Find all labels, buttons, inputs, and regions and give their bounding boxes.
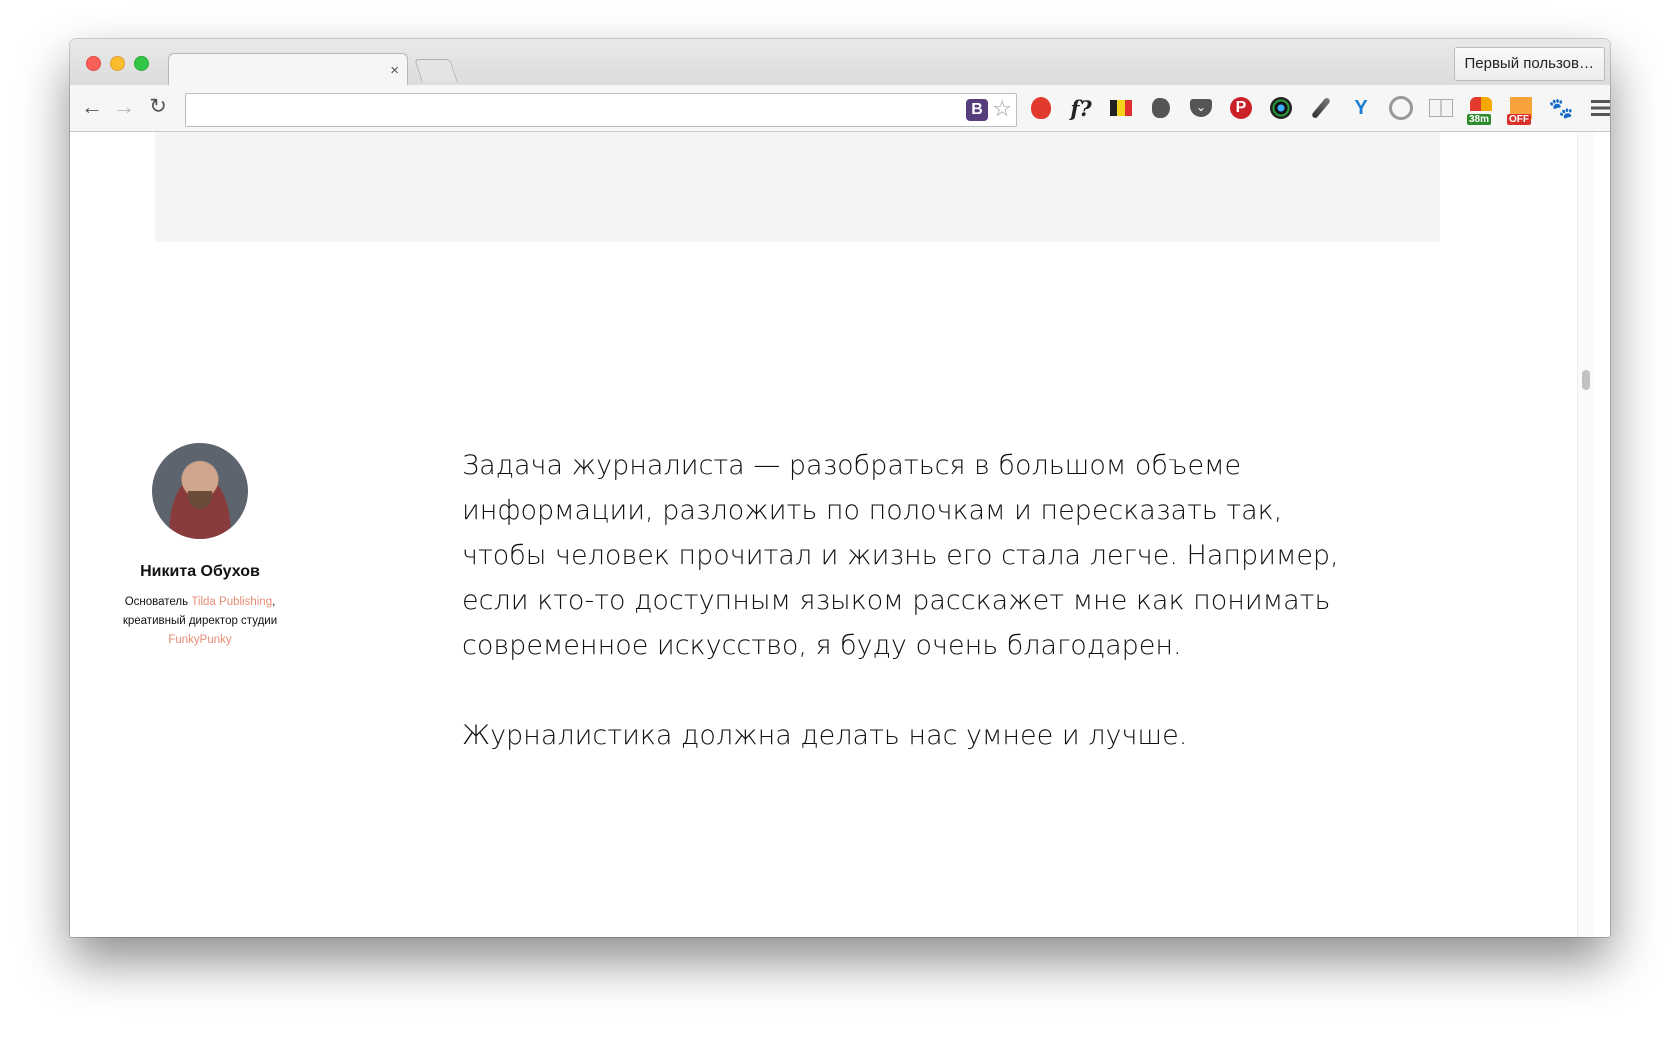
page-viewport: Никита Обухов Основатель Tilda Publishin… [70,132,1594,937]
close-window-button[interactable] [86,56,101,71]
menu-icon[interactable] [1587,94,1610,122]
close-icon[interactable]: × [390,62,399,79]
extensions-bar: f? ⌄ P Y 38m OFF 🐾 [1027,93,1610,125]
maximize-window-button[interactable] [134,56,149,71]
y-icon[interactable]: Y [1347,94,1375,122]
timer-icon[interactable]: 38m [1467,94,1495,125]
bookmark-star-icon[interactable]: ☆ [992,96,1012,122]
forward-button[interactable]: → [110,95,138,119]
scrollbar-thumb[interactable] [1582,370,1590,390]
eyedropper-icon[interactable] [1307,94,1335,122]
reader-icon[interactable] [1427,94,1455,122]
adblock-icon[interactable] [1027,94,1055,122]
whatfont-icon[interactable]: f? [1067,94,1095,122]
tilda-link[interactable]: Tilda Publishing [191,596,272,608]
title-bar: × Первый пользов… [70,39,1610,87]
reload-button[interactable]: ↻ [144,95,172,119]
author-name: Никита Обухов [140,563,260,580]
belgium-flag-icon[interactable] [1107,94,1135,122]
active-tab[interactable]: × [168,53,408,87]
profile-button[interactable]: Первый пользов… [1453,47,1605,81]
evernote-icon[interactable] [1147,94,1175,122]
author-bio: Основатель Tilda Publishing, креативный … [120,593,280,650]
article-body: Задача журналиста — разобраться в большо… [462,443,1362,803]
address-bar[interactable]: B ☆ [185,93,1017,127]
avatar [152,443,248,539]
paragraph: Журналистика должна делать нас умнее и л… [462,720,1188,751]
pinterest-icon[interactable]: P [1227,94,1255,122]
minimize-window-button[interactable] [110,56,125,71]
author-card: Никита Обухов Основатель Tilda Publishin… [120,443,280,650]
sale-icon[interactable]: OFF [1507,94,1535,125]
browser-window: × Первый пользов… ← → ↻ B ☆ f? ⌄ P Y 38m… [70,39,1610,937]
scrollbar[interactable] [1577,132,1594,937]
avatar-beard [188,491,212,509]
gray-placeholder-block [155,132,1440,242]
bio-prefix: Основатель [124,596,192,608]
toolbar: ← → ↻ B ☆ f? ⌄ P Y 38m OFF 🐾 [70,85,1610,132]
pocket-icon[interactable]: ⌄ [1187,94,1215,122]
back-button[interactable]: ← [78,95,106,119]
ring-icon[interactable] [1387,94,1415,122]
lens-icon[interactable] [1267,94,1295,122]
paragraph: Задача журналиста — разобраться в большо… [462,450,1339,661]
bootstrap-icon[interactable]: B [966,99,988,121]
paw-icon[interactable]: 🐾 [1547,94,1575,122]
funkypunky-link[interactable]: FunkyPunky [168,634,231,646]
new-tab-button[interactable] [414,59,458,82]
